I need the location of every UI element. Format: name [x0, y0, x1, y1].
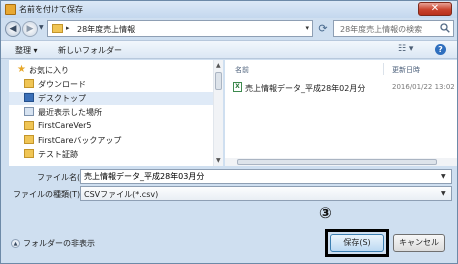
filename-field[interactable]	[80, 169, 452, 184]
forward-button[interactable]: ▶	[22, 21, 38, 37]
sidebar-item-firstcarever5[interactable]: FirstCareVer5	[9, 120, 214, 133]
help-icon[interactable]: ?	[435, 44, 446, 55]
sidebar-item-label: 最近表示した場所	[38, 108, 102, 117]
collapse-up-icon: ▲	[11, 239, 20, 248]
recent-places-icon	[24, 107, 34, 116]
filetype-dropdown-icon[interactable]: ▼	[441, 190, 446, 197]
app-icon	[5, 4, 16, 15]
file-name: 売上情報データ_平成28年02月分	[245, 84, 366, 93]
folder-icon	[24, 121, 34, 130]
hide-folders-button[interactable]: ▲ フォルダーの非表示	[11, 238, 95, 249]
search-input[interactable]: 28年度売上情報の検索	[333, 20, 454, 37]
star-icon: ★	[17, 64, 26, 75]
sidebar-item-test-evidence[interactable]: テスト証跡	[9, 148, 214, 161]
file-row[interactable]: X 売上情報データ_平成28年02月分 2016/01/22 13:02	[231, 81, 457, 94]
folder-icon	[24, 79, 34, 88]
title-bar: 名前を付けて保存 ✕	[1, 1, 457, 18]
sidebar-item-label: デスクトップ	[38, 94, 86, 103]
sidebar-item-favorites[interactable]: ★ お気に入り	[9, 64, 214, 77]
folder-icon	[24, 135, 34, 144]
column-header-date[interactable]: 更新日時	[392, 65, 420, 75]
search-icon[interactable]	[440, 23, 450, 33]
sidebar-item-desktop[interactable]: デスクトップ	[9, 92, 214, 105]
close-button[interactable]: ✕	[418, 2, 452, 16]
sidebar-item-firstcare-backup[interactable]: FirstCareバックアップ	[9, 134, 214, 147]
scroll-thumb[interactable]	[237, 159, 437, 165]
sidebar-item-downloads[interactable]: ダウンロード	[9, 78, 214, 91]
command-bar: 整理 ▾ 新しいフォルダー ☷ ▾ ?	[1, 40, 457, 59]
refresh-icon[interactable]: ⟳	[315, 20, 331, 37]
excel-csv-icon: X	[233, 82, 242, 92]
desktop-icon	[24, 93, 34, 102]
organize-button[interactable]: 整理 ▾	[15, 45, 38, 56]
history-dropdown-icon[interactable]: ▼	[39, 24, 44, 31]
cancel-button[interactable]: キャンセル	[393, 234, 445, 252]
filename-dropdown-icon[interactable]: ▼	[441, 173, 446, 180]
sidebar-item-label: FirstCareVer5	[38, 121, 92, 130]
sidebar-item-recent-places[interactable]: 最近表示した場所	[9, 106, 214, 119]
save-as-dialog: 名前を付けて保存 ✕ ◀ ▶ ▼ ▸ 28年度売上情報 ▾ ⟳ 28年度売上情報…	[0, 0, 458, 264]
address-dropdown-icon[interactable]: ▾	[305, 24, 309, 32]
hide-folders-label: フォルダーの非表示	[23, 239, 95, 248]
scroll-thumb[interactable]	[215, 72, 222, 90]
file-list-scrollbar[interactable]	[225, 158, 457, 166]
scroll-up-icon[interactable]: ▲	[216, 62, 221, 69]
search-placeholder: 28年度売上情報の検索	[340, 25, 423, 34]
file-list: 名前 更新日時 X 売上情報データ_平成28年02月分 2016/01/22 1…	[225, 60, 457, 166]
navigation-pane: ★ お気に入り ダウンロード デスクトップ 最近表示した場所 FirstCare…	[9, 60, 221, 166]
save-button[interactable]: 保存(S)	[330, 234, 384, 252]
navigation-scrollbar[interactable]: ▲ ▼	[213, 60, 223, 166]
filetype-select[interactable]: CSVファイル(*.csv)	[80, 186, 452, 201]
sidebar-item-label: お気に入り	[29, 66, 69, 75]
column-divider[interactable]	[383, 63, 384, 75]
breadcrumb-arrow-icon[interactable]: ▸	[66, 24, 70, 32]
window-title: 名前を付けて保存	[19, 5, 83, 14]
back-button[interactable]: ◀	[5, 21, 21, 37]
file-date: 2016/01/22 13:02	[392, 83, 455, 91]
filetype-label: ファイルの種類(T):	[13, 190, 83, 199]
new-folder-button[interactable]: 新しいフォルダー	[58, 45, 122, 56]
address-bar[interactable]: ▸ 28年度売上情報 ▾	[47, 20, 313, 37]
sidebar-item-label: テスト証跡	[38, 150, 78, 159]
scroll-down-icon[interactable]: ▼	[216, 157, 221, 164]
folder-icon	[24, 149, 34, 158]
sidebar-item-label: FirstCareバックアップ	[38, 136, 122, 145]
step-annotation: ③	[319, 204, 332, 222]
sidebar-item-label: ダウンロード	[38, 80, 86, 89]
folder-icon	[52, 24, 63, 33]
column-header-name[interactable]: 名前	[235, 65, 249, 75]
view-options-icon[interactable]: ☷ ▾	[398, 44, 413, 54]
breadcrumb-segment[interactable]: 28年度売上情報	[77, 24, 135, 35]
